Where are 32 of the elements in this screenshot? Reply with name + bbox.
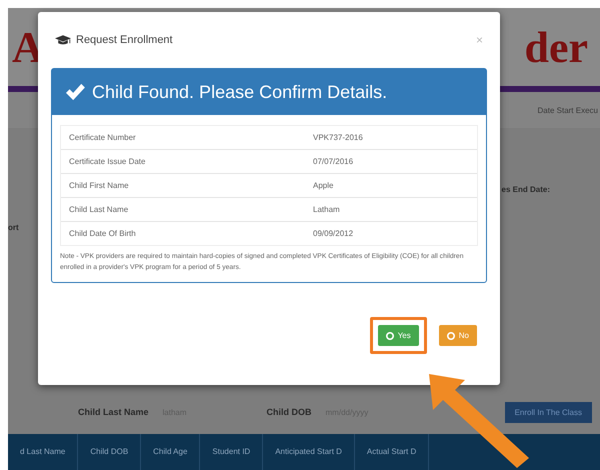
table-cell: Latham <box>313 205 340 214</box>
table-cell-text: Child First Name <box>68 181 130 190</box>
table-cell-text: Certificate Number <box>68 133 137 142</box>
table-cell: 09/09/2012 <box>313 229 354 238</box>
column-header: Anticipated Start D <box>263 434 355 470</box>
table-cell-text: Certificate Issue Date <box>68 157 146 166</box>
enroll-button[interactable]: Enroll In The Class <box>504 402 592 422</box>
checkmark-icon <box>64 83 86 101</box>
no-button[interactable]: No <box>430 317 485 354</box>
graduation-cap-icon <box>55 34 71 46</box>
table-cell-text: Child Date Of Birth <box>68 229 137 238</box>
table-cell: 07/07/2016 <box>313 157 354 166</box>
logo-text: der <box>524 22 588 72</box>
table-cell-text: Child Last Name <box>68 205 130 214</box>
dialog-title: Request Enrollment <box>76 34 173 46</box>
column-header: d Last Name <box>8 434 78 470</box>
circle-icon <box>386 332 394 340</box>
column-header: Child DOB <box>78 434 142 470</box>
yes-button[interactable]: Yes <box>370 317 427 354</box>
field-label: ort <box>8 223 19 232</box>
field-label: Child Last Name <box>78 407 149 417</box>
column-header: Child Age <box>141 434 200 470</box>
close-button[interactable]: × <box>472 33 487 47</box>
table-cell: Apple <box>313 181 334 190</box>
column-header: Student ID <box>200 434 264 470</box>
field-label: Child DOB <box>266 407 312 417</box>
column-header: Actual Start D <box>354 434 430 470</box>
banner-title: Child Found. Please Confirm Details. <box>92 82 388 102</box>
circle-icon <box>446 332 455 340</box>
nav-link[interactable]: Date Start Execu <box>538 106 598 114</box>
field-label: es End Date: <box>502 185 550 194</box>
table-cell: VPK737-2016 <box>313 133 363 142</box>
